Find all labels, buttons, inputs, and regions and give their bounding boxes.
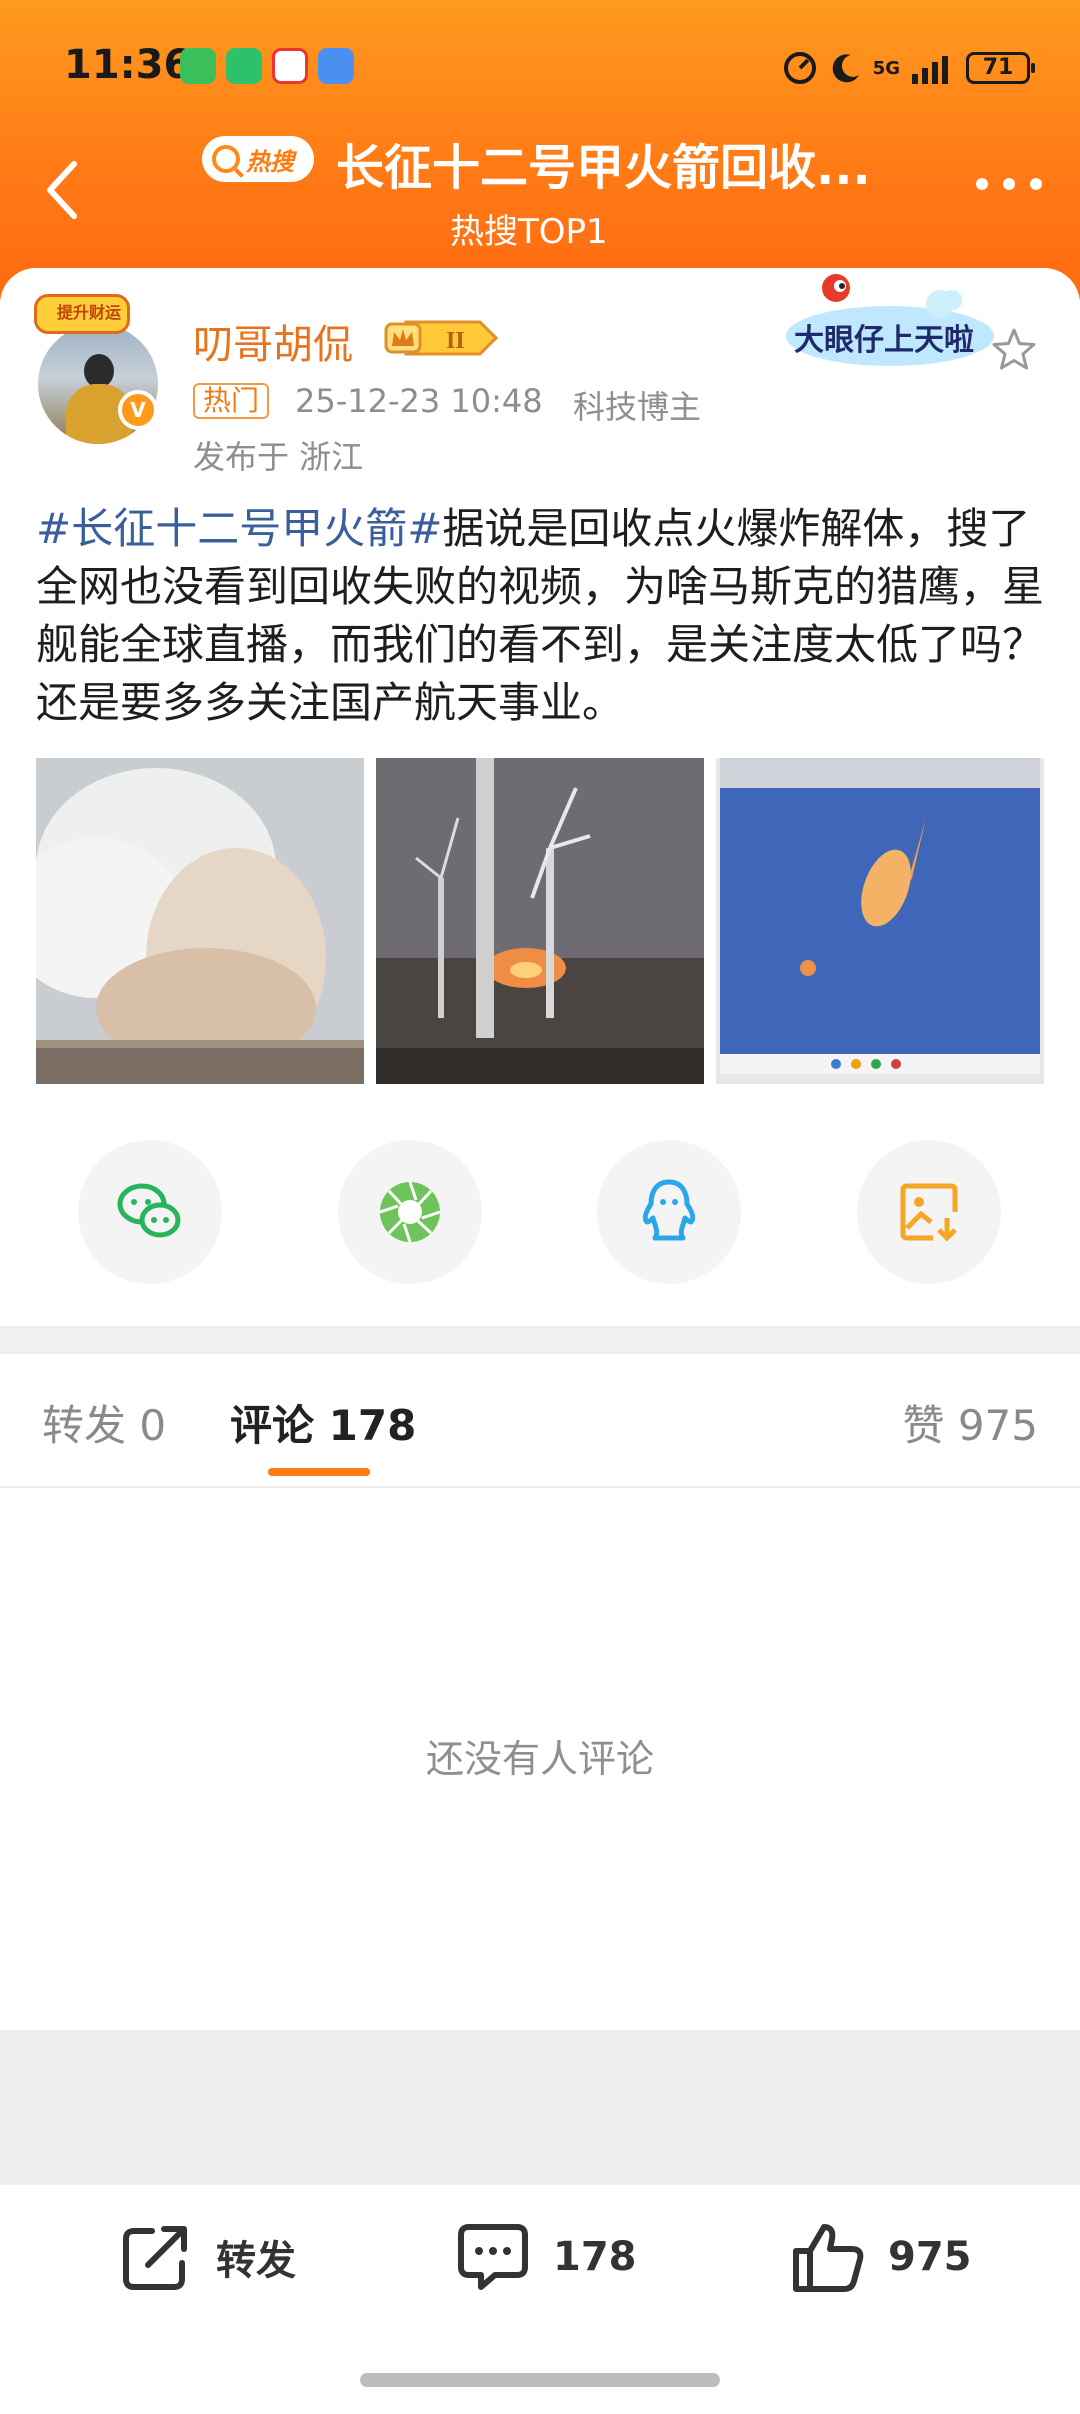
avatar-frame-badge: 提升财运: [34, 294, 130, 334]
comment-count: 178: [553, 2234, 637, 2280]
status-time: 11:36: [64, 42, 192, 88]
username[interactable]: 叨哥胡侃: [193, 312, 353, 370]
home-indicator[interactable]: [360, 2373, 720, 2387]
post-time: 25-12-23 10:48: [295, 382, 543, 420]
signal-icon: [912, 56, 948, 84]
share-row: [0, 1140, 1080, 1290]
hot-search-label: 热搜: [246, 147, 294, 176]
comment-icon: [458, 2224, 528, 2290]
moments-icon[interactable]: [338, 1140, 482, 1284]
author-role: 科技博主: [573, 388, 702, 426]
back-icon[interactable]: [38, 150, 88, 230]
more-options-icon[interactable]: [976, 178, 1042, 194]
mi-app-icon: [180, 48, 216, 84]
post-text: #长征十二号甲火箭#据说是回收点火爆炸解体，搜了全网也没看到回收失败的视频，为啥…: [36, 500, 1048, 732]
section-divider: [0, 1326, 1080, 1354]
tab-divider: [0, 1486, 1080, 1488]
post-hashtag[interactable]: #长征十二号甲火箭#: [36, 504, 442, 553]
qq-icon[interactable]: [597, 1140, 741, 1284]
post-image[interactable]: [716, 758, 1044, 1084]
member-level-icon: II: [384, 320, 499, 356]
moon-icon: [832, 54, 859, 83]
status-bar: 11:36 5G 71: [0, 36, 1080, 96]
wechat-icon[interactable]: [78, 1140, 222, 1284]
level-text: II: [446, 328, 465, 354]
hot-tag: 热门: [193, 383, 270, 419]
post-image[interactable]: [376, 758, 704, 1084]
topic-subtitle: 热搜TOP1: [450, 212, 608, 252]
save-image-icon[interactable]: [857, 1140, 1001, 1284]
tab-repost[interactable]: 转发 0: [42, 1392, 166, 1453]
battery-icon: 71: [966, 52, 1035, 84]
weibo-notification-icon: [272, 48, 308, 84]
wechat-notification-icon: [226, 48, 262, 84]
post-image[interactable]: [36, 758, 364, 1084]
like-count: 975: [888, 2234, 972, 2280]
status-icons: 5G 71: [781, 46, 1035, 90]
thumbs-up-icon: [793, 2224, 864, 2292]
sticker-decoration: 大眼仔上天啦: [786, 274, 994, 366]
repost-label: 转发: [216, 2238, 296, 2284]
message-notification-icon: [318, 48, 354, 84]
data-speed-icon: [783, 52, 816, 84]
comment-button[interactable]: 178: [455, 2217, 637, 2297]
post-location: 发布于 浙江: [193, 438, 364, 476]
like-button[interactable]: 975: [790, 2217, 972, 2297]
search-icon: [212, 145, 240, 173]
tab-comments[interactable]: 评论 178: [230, 1392, 416, 1453]
verified-icon: V: [118, 390, 158, 430]
sticker-text: 大眼仔上天啦: [794, 323, 974, 358]
share-icon: [123, 2226, 187, 2290]
hot-search-badge: 热搜: [202, 136, 314, 182]
header: 11:36 5G 71 热搜 长征十二号甲火箭回收... 热搜TOP1: [0, 0, 1080, 300]
star-icon[interactable]: [990, 326, 1038, 374]
repost-button[interactable]: 转发: [118, 2217, 296, 2297]
active-tab-indicator: [268, 1468, 370, 1476]
empty-comments-text: 还没有人评论: [425, 1737, 654, 1781]
bottom-spacer: [0, 2030, 1080, 2185]
network-label: 5G: [872, 57, 900, 79]
tab-likes[interactable]: 赞 975: [902, 1392, 1038, 1453]
topic-title[interactable]: 长征十二号甲火箭回收...: [336, 128, 871, 198]
